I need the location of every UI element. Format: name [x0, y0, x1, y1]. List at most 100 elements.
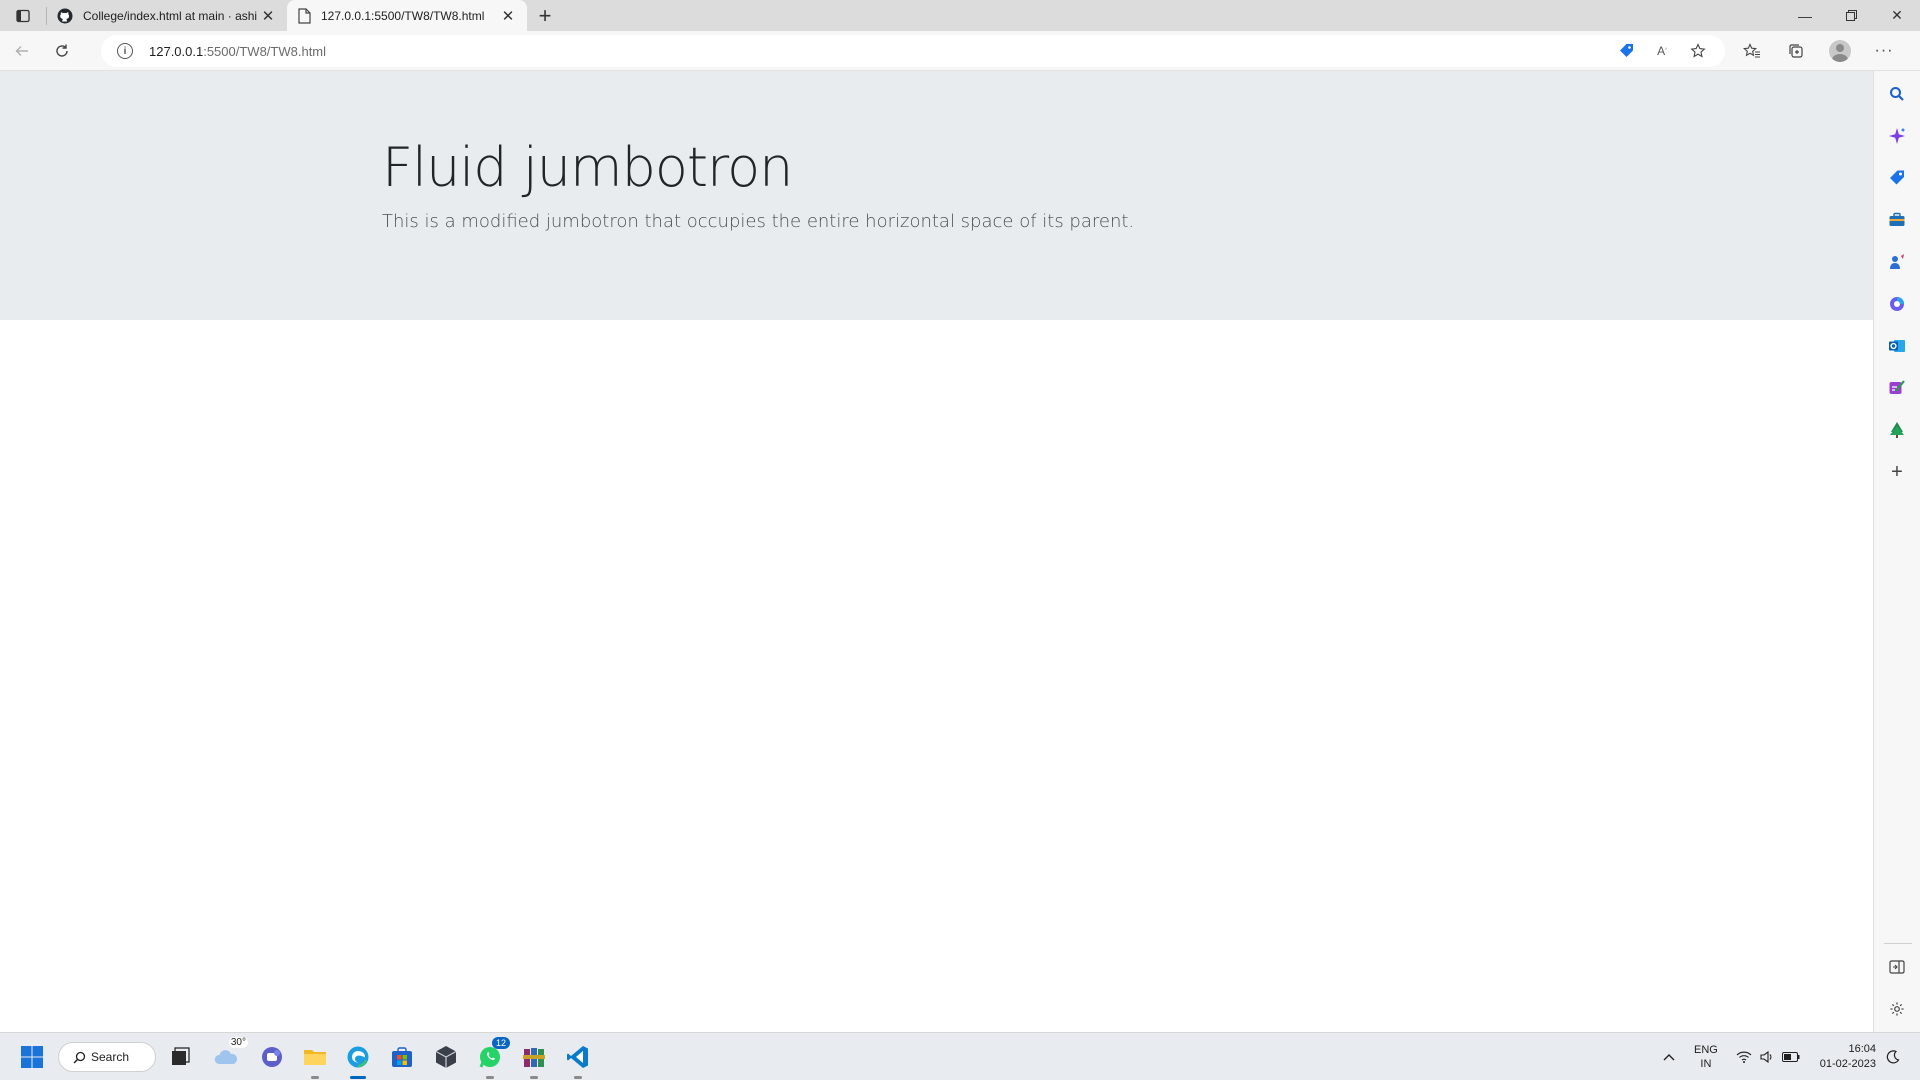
notifications-button[interactable] — [1886, 1033, 1900, 1081]
sidebar-shopping-button[interactable] — [1886, 167, 1908, 189]
start-button[interactable] — [16, 1041, 48, 1073]
clock-time: 16:04 — [1848, 1043, 1876, 1055]
profile-button[interactable] — [1818, 33, 1862, 69]
task-view-icon — [172, 1047, 190, 1065]
tree-icon — [1890, 422, 1904, 438]
battery-icon — [1782, 1052, 1800, 1062]
search-icon — [73, 1051, 86, 1063]
search-label: Search — [91, 1050, 130, 1064]
jumbotron-heading: Fluid jumbotron — [382, 136, 793, 199]
tab-title: College/index.html at main · ashi — [83, 8, 258, 23]
plus-icon: + — [538, 2, 552, 28]
wifi-icon — [1736, 1051, 1752, 1063]
weather-temp: 30° — [228, 1037, 248, 1048]
unity-hub-button[interactable] — [430, 1041, 462, 1073]
shopping-tag-button[interactable] — [1615, 40, 1637, 62]
office-icon — [1890, 297, 1904, 311]
notification-badge: 12 — [491, 1037, 510, 1049]
language-code: ENG — [1694, 1044, 1718, 1056]
sidebar-games-button[interactable] — [1886, 251, 1908, 273]
quick-settings-button[interactable] — [1736, 1033, 1800, 1081]
favorites-button[interactable] — [1730, 33, 1774, 69]
sidebar-hide-button[interactable] — [1886, 956, 1908, 978]
language-region: IN — [1700, 1058, 1712, 1070]
tools-icon — [1889, 212, 1905, 226]
back-button[interactable] — [4, 33, 40, 69]
vscode-button[interactable] — [562, 1041, 594, 1079]
price-tag-icon — [1620, 44, 1633, 57]
whatsapp-button[interactable]: 12 — [474, 1037, 510, 1079]
tab-title: 127.0.0.1:5500/TW8/TW8.html — [321, 8, 485, 23]
window-controls: — ✕ — [1782, 0, 1920, 31]
taskbar-search[interactable]: Search — [58, 1042, 156, 1072]
windows-logo-icon — [21, 1046, 43, 1068]
jumbotron-lead: This is a modified jumbotron that occupi… — [382, 210, 1135, 232]
collections-button[interactable] — [1774, 33, 1818, 69]
sidebar-search-button[interactable] — [1886, 83, 1908, 105]
url-path: :5500/TW8/TW8.html — [203, 43, 327, 59]
back-arrow-icon — [15, 45, 28, 56]
tab-strip: College/index.html at main · ashi ✕ 127.… — [0, 0, 1920, 31]
close-window-button[interactable]: ✕ — [1874, 0, 1920, 31]
settings-more-button[interactable]: ··· — [1862, 33, 1906, 69]
read-aloud-button[interactable]: Aʼ — [1651, 40, 1673, 62]
browser-toolbar: i 127.0.0.1:5500/TW8/TW8.html Aʼ ··· — [0, 31, 1920, 71]
sidebar-outlook-button[interactable] — [1886, 335, 1908, 357]
file-explorer-button[interactable] — [299, 1041, 331, 1079]
language-indicator[interactable]: ENG IN — [1694, 1033, 1718, 1081]
address-bar[interactable]: i 127.0.0.1:5500/TW8/TW8.html Aʼ — [101, 35, 1725, 67]
jumbotron-container: Fluid jumbotron This is a modified jumbo… — [382, 136, 1134, 232]
volume-icon — [1760, 1051, 1772, 1063]
outlook-icon — [1889, 340, 1905, 352]
widgets-button[interactable]: 30° — [210, 1037, 248, 1073]
refresh-button[interactable] — [44, 33, 80, 69]
minimize-button[interactable]: — — [1782, 0, 1828, 31]
sidebar-designer-button[interactable] — [1886, 377, 1908, 399]
new-tab-button[interactable]: + — [527, 0, 563, 31]
page-viewport: Fluid jumbotron This is a modified jumbo… — [0, 71, 1873, 1032]
clock[interactable]: 16:04 01-02-2023 — [1812, 1033, 1876, 1081]
close-tab-button[interactable]: ✕ — [499, 7, 517, 25]
minimize-icon: — — [1798, 7, 1812, 24]
copilot-icon — [1889, 128, 1905, 144]
archive-books-icon — [523, 1048, 545, 1067]
teams-chat-button[interactable] — [256, 1041, 288, 1073]
chat-icon — [262, 1047, 282, 1067]
microsoft-store-button[interactable] — [386, 1041, 418, 1073]
star-add-icon — [1690, 43, 1706, 58]
task-view-button[interactable] — [164, 1041, 196, 1073]
folder-icon — [304, 1050, 326, 1065]
tab-actions-button[interactable] — [0, 0, 46, 31]
jumbotron: Fluid jumbotron This is a modified jumbo… — [0, 71, 1873, 320]
page-icon — [298, 7, 311, 24]
sidebar-divider — [1884, 943, 1912, 944]
url-host: 127.0.0.1 — [149, 43, 204, 59]
show-hidden-icons-button[interactable] — [1662, 1033, 1676, 1081]
close-tab-button[interactable]: ✕ — [259, 7, 277, 25]
tab-github[interactable]: College/index.html at main · ashi ✕ — [47, 0, 287, 31]
read-aloud-icon: Aʼ — [1657, 44, 1667, 58]
shopping-icon — [1890, 170, 1904, 185]
sidebar-settings-button[interactable] — [1886, 998, 1908, 1020]
sidebar-office-button[interactable] — [1886, 293, 1908, 315]
restore-icon — [1845, 10, 1857, 21]
games-icon — [1890, 254, 1904, 269]
close-icon: ✕ — [1891, 7, 1903, 23]
clock-date: 01-02-2023 — [1819, 1058, 1876, 1070]
windows-taskbar: Search 30° 12 ENG IN 16:04 01-02-2023 — [0, 1032, 1920, 1080]
avatar — [1829, 40, 1851, 62]
refresh-icon — [56, 44, 68, 57]
sidebar-tools-button[interactable] — [1886, 209, 1908, 231]
moon-icon — [1886, 1050, 1900, 1064]
winrar-button[interactable] — [518, 1041, 550, 1079]
sidebar-add-button[interactable]: + — [1886, 461, 1908, 483]
restore-button[interactable] — [1828, 0, 1874, 31]
split-screen-icon — [1889, 960, 1905, 974]
site-info-icon[interactable]: i — [117, 43, 133, 59]
tab-active-page[interactable]: 127.0.0.1:5500/TW8/TW8.html ✕ — [287, 0, 527, 31]
sidebar-copilot-button[interactable] — [1886, 125, 1908, 147]
edge-taskbar-button[interactable] — [342, 1041, 374, 1079]
more-icon: ··· — [1874, 42, 1894, 59]
sidebar-tree-button[interactable] — [1886, 419, 1908, 441]
add-favorite-button[interactable] — [1687, 40, 1709, 62]
